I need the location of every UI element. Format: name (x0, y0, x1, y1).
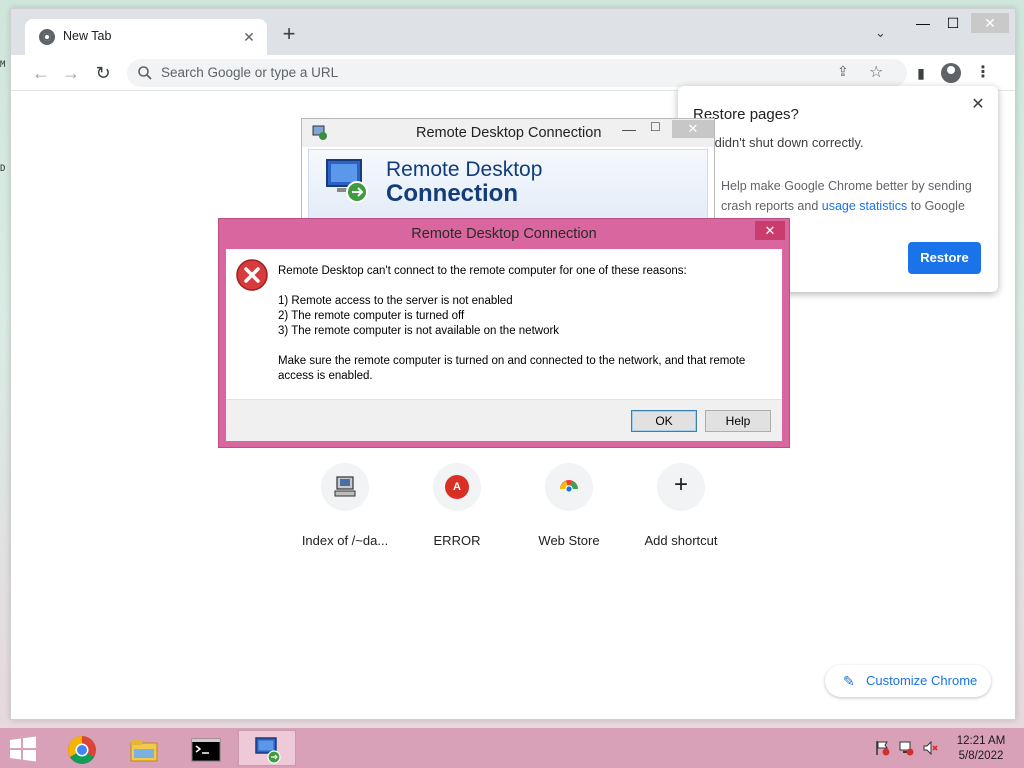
bookmark-star-icon[interactable]: ☆ (869, 62, 883, 82)
volume-muted-icon[interactable] (922, 740, 938, 756)
taskbar-command-prompt[interactable] (176, 730, 234, 766)
shortcut-label: Web Store (538, 533, 600, 548)
close-window-button[interactable]: ✕ (971, 13, 1009, 33)
dialog-body: Remote Desktop can't connect to the remo… (226, 249, 782, 441)
shortcut-tile[interactable]: Index of /~da... (289, 463, 401, 559)
dialog-footer: OK Help (226, 399, 782, 441)
error-dialog: Remote Desktop Connection ✕ Remote Deskt… (218, 218, 790, 448)
tab-search-icon[interactable]: ⌄ (875, 25, 886, 41)
file-explorer-icon (130, 740, 158, 762)
error-advice-line: access is enabled. (278, 370, 373, 382)
maximize-button[interactable]: ☐ (650, 120, 661, 134)
close-icon[interactable]: ✕ (239, 27, 259, 47)
remote-desktop-window: Remote Desktop Connection — ☐ ✕ Remote D… (301, 118, 715, 228)
error-reason: 3) The remote computer is not available … (278, 325, 560, 337)
shortcut-tile[interactable]: Web Store (513, 463, 625, 559)
error-reason: 2) The remote computer is turned off (278, 310, 465, 322)
share-icon[interactable]: ⇪ (837, 63, 849, 80)
system-clock[interactable]: 12:21 AM 5/8/2022 (948, 734, 1014, 764)
clock-time: 12:21 AM (956, 735, 1006, 747)
banner-title-line1: Remote Desktop (386, 158, 543, 181)
forward-button[interactable]: → (59, 61, 83, 85)
chrome-favicon-icon (39, 29, 55, 45)
add-shortcut-tile[interactable]: + Add shortcut (625, 463, 737, 559)
maximize-button[interactable]: ☐ (939, 13, 967, 33)
shortcut-label: Index of /~da... (301, 533, 389, 548)
error-icon (236, 259, 268, 291)
shortcut-icon-circle: A (433, 463, 481, 511)
window-title: Remote Desktop Connection (416, 125, 602, 141)
tab-title: New Tab (63, 29, 112, 43)
rdc-banner: Remote Desktop Connection (308, 149, 708, 219)
new-tab-button[interactable]: + (277, 23, 301, 47)
computer-icon (334, 476, 356, 497)
shortcut-label: Add shortcut (644, 533, 718, 548)
close-icon[interactable]: ✕ (968, 94, 988, 114)
menu-icon[interactable]: ⋮ (973, 63, 993, 83)
shortcut-icon-circle (321, 463, 369, 511)
chrome-icon (68, 736, 96, 764)
plus-icon: + (673, 471, 688, 498)
close-button[interactable]: ✕ (755, 221, 785, 240)
remote-desktop-logo-icon (326, 159, 368, 203)
tab-strip: New Tab ✕ + ⌄ — ☐ ✕ (11, 9, 1015, 55)
minimize-button[interactable]: — (622, 121, 636, 137)
chrome-web-store-icon (560, 480, 578, 493)
letter-a-icon: A (445, 475, 469, 499)
taskbar-file-explorer[interactable] (114, 730, 172, 766)
customize-chrome-label: Customize Chrome (866, 673, 978, 688)
remote-desktop-icon (255, 737, 281, 764)
desktop-icon-fragment[interactable]: D (0, 164, 10, 174)
tab-new-tab[interactable]: New Tab ✕ (25, 19, 267, 55)
pencil-icon: ✎ (843, 673, 855, 689)
dialog-title: Remote Desktop Connection (411, 226, 597, 242)
shortcut-tile[interactable]: A ERROR (401, 463, 513, 559)
popup-help-text: Help make Google Chrome better by sendin… (721, 176, 986, 216)
usage-statistics-link[interactable]: usage statistics (822, 199, 907, 213)
side-panel-icon[interactable]: ▮ (911, 63, 931, 83)
error-advice-line: Make sure the remote computer is turned … (278, 355, 746, 367)
action-center-flag-icon[interactable] (874, 740, 890, 756)
error-reason: 1) Remote access to the server is not en… (278, 295, 513, 307)
banner-title-line2: Connection (386, 180, 518, 207)
shortcut-icon-circle: + (657, 463, 705, 511)
close-button[interactable]: ✕ (672, 120, 714, 138)
error-intro-text: Remote Desktop can't connect to the remo… (278, 265, 687, 277)
ok-button[interactable]: OK (631, 410, 697, 432)
search-icon (138, 66, 152, 80)
desktop-icon-fragment[interactable]: M (0, 60, 10, 70)
windows-start-icon[interactable] (8, 736, 38, 762)
shortcut-label: ERROR (433, 533, 481, 548)
address-bar[interactable]: Search Google or type a URL ⇪ ☆ (127, 59, 907, 87)
taskbar-chrome[interactable] (52, 730, 110, 766)
help-button[interactable]: Help (705, 410, 771, 432)
taskbar: 12:21 AM 5/8/2022 (0, 728, 1024, 768)
network-icon[interactable] (898, 740, 914, 756)
reload-button[interactable]: ↻ (91, 61, 115, 85)
popup-message: me didn't shut down correctly. (693, 135, 864, 150)
shortcut-icon-circle (545, 463, 593, 511)
back-button[interactable]: ← (29, 61, 53, 85)
customize-chrome-button[interactable]: ✎ Customize Chrome (825, 665, 991, 697)
clock-date: 5/8/2022 (958, 750, 1004, 762)
title-bar[interactable]: Remote Desktop Connection — ☐ ✕ (302, 119, 714, 147)
command-prompt-icon (191, 738, 221, 762)
address-placeholder: Search Google or type a URL (161, 65, 339, 80)
minimize-button[interactable]: — (909, 13, 937, 33)
remote-desktop-icon (312, 125, 327, 140)
restore-button[interactable]: Restore (908, 242, 981, 274)
taskbar-remote-desktop[interactable] (238, 730, 296, 766)
profile-avatar-icon[interactable] (941, 63, 961, 83)
help-text-suffix: to Google (907, 199, 965, 213)
